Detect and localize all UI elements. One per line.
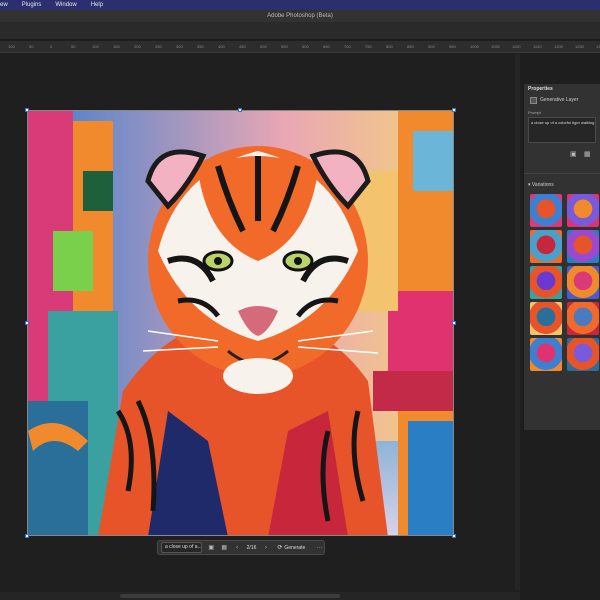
ruler-tick-label: 700 [344,44,351,49]
ruler-tick-label: 950 [449,44,456,49]
transform-handle-bottom-right[interactable] [452,534,456,538]
canvas-image[interactable] [27,110,454,536]
variation-thumbnail[interactable] [567,230,599,263]
variations-grid [524,190,600,375]
tiger-artwork [28,111,453,535]
ruler-tick-label: 0 [50,44,53,49]
ruler-tick-label: 100 [8,44,15,49]
ruler-tick-label: 1000 [470,44,479,49]
transform-handle-bottom-left[interactable] [25,534,29,538]
variation-thumbnail[interactable] [567,194,599,227]
generate-button[interactable]: ⟳ Generate [277,544,306,552]
variations-label: Variations [531,182,554,188]
menu-item-window[interactable]: Window [55,2,76,8]
ruler-tick-label: 500 [260,44,267,49]
horizontal-ruler: 100 50 0 50 100 150 200 250 300 350 400 450 500 550 60… [0,41,600,53]
more-icon[interactable]: ··· [315,544,324,552]
menu-item-plugins[interactable]: Plugins [22,2,42,8]
variation-thumbnail[interactable] [530,302,562,335]
ruler-tick-label: 1200 [554,44,563,49]
menu-item-help[interactable]: Help [91,2,103,8]
ruler-tick-label: 800 [386,44,393,49]
layer-name: Generative Layer [540,97,579,103]
vertical-scrollbar[interactable] [515,54,520,590]
variation-thumbnail[interactable] [530,338,562,371]
chevron-down-icon: ▾ [528,182,531,188]
next-variation-button[interactable]: › [262,544,269,552]
ruler-tick-label: 1050 [491,44,500,49]
ruler-tick-label: 1300 [596,44,600,49]
layer-row[interactable]: Generative Layer [524,94,600,106]
layer-icon [530,96,537,104]
prev-variation-button[interactable]: ‹ [234,544,241,552]
horizontal-scrollbar[interactable] [0,592,520,600]
ruler-tick-label: 650 [323,44,330,49]
variation-thumbnail[interactable] [567,302,599,335]
generate-icon: ⟳ [277,545,283,551]
variation-counter: 2/16 [246,544,257,551]
ruler-tick-label: 1100 [512,44,521,49]
image-icon[interactable]: ▣ [208,544,215,552]
grid-icon[interactable]: ▦ [584,151,592,159]
panel-title: Properties [528,86,553,92]
options-bar [0,22,600,40]
menu-item-view[interactable]: ew [0,2,8,8]
ruler-tick-label: 50 [71,44,76,49]
divider [524,173,600,174]
ruler-tick-label: 450 [239,44,246,49]
ruler-tick-label: 300 [176,44,183,49]
ruler-tick-label: 550 [281,44,288,49]
ruler-tick-label: 600 [302,44,309,49]
ruler-tick-label: 850 [407,44,414,49]
transform-handle-left[interactable] [25,321,29,325]
transform-handle-right[interactable] [452,321,456,325]
transform-handle-top-left[interactable] [25,108,29,112]
panel-actions: ▣ ▦ [524,143,600,167]
prompt-input[interactable]: a close up of a... [161,542,202,553]
contextual-task-bar: a close up of a... ▣ ▦ ‹ 2/16 › ⟳ Genera… [157,540,325,555]
ruler-tick-label: 200 [134,44,141,49]
ruler-tick-label: 400 [218,44,225,49]
image-icon[interactable]: ▣ [570,151,578,159]
variation-thumbnail[interactable] [567,338,599,371]
properties-panel: Properties Generative Layer Prompt a clo… [523,84,600,430]
grid-icon[interactable]: ▦ [221,544,228,552]
variation-thumbnail[interactable] [530,266,562,299]
ruler-tick-label: 150 [113,44,120,49]
prompt-textarea[interactable]: a close up of a colorful tiger walking [528,117,596,143]
prompt-label: Prompt [528,110,541,115]
window-title: Adobe Photoshop (Beta) [0,10,600,22]
variation-thumbnail[interactable] [530,194,562,227]
ruler-tick-label: 100 [92,44,99,49]
variations-header[interactable]: ▾ Variations [524,180,600,190]
ruler-tick-label: 900 [428,44,435,49]
ruler-tick-label: 750 [365,44,372,49]
ruler-tick-label: 1250 [575,44,584,49]
generate-label: Generate [284,544,306,551]
scrollbar-thumb[interactable] [120,594,340,598]
ruler-tick-label: 250 [155,44,162,49]
ruler-tick-label: 350 [197,44,204,49]
transform-handle-top[interactable] [238,108,242,112]
menu-bar: ew Plugins Window Help [0,0,600,10]
variation-thumbnail[interactable] [567,266,599,299]
ruler-tick-label: 50 [29,44,34,49]
variation-thumbnail[interactable] [530,230,562,263]
ruler-tick-label: 1150 [533,44,542,49]
transform-handle-top-right[interactable] [452,108,456,112]
